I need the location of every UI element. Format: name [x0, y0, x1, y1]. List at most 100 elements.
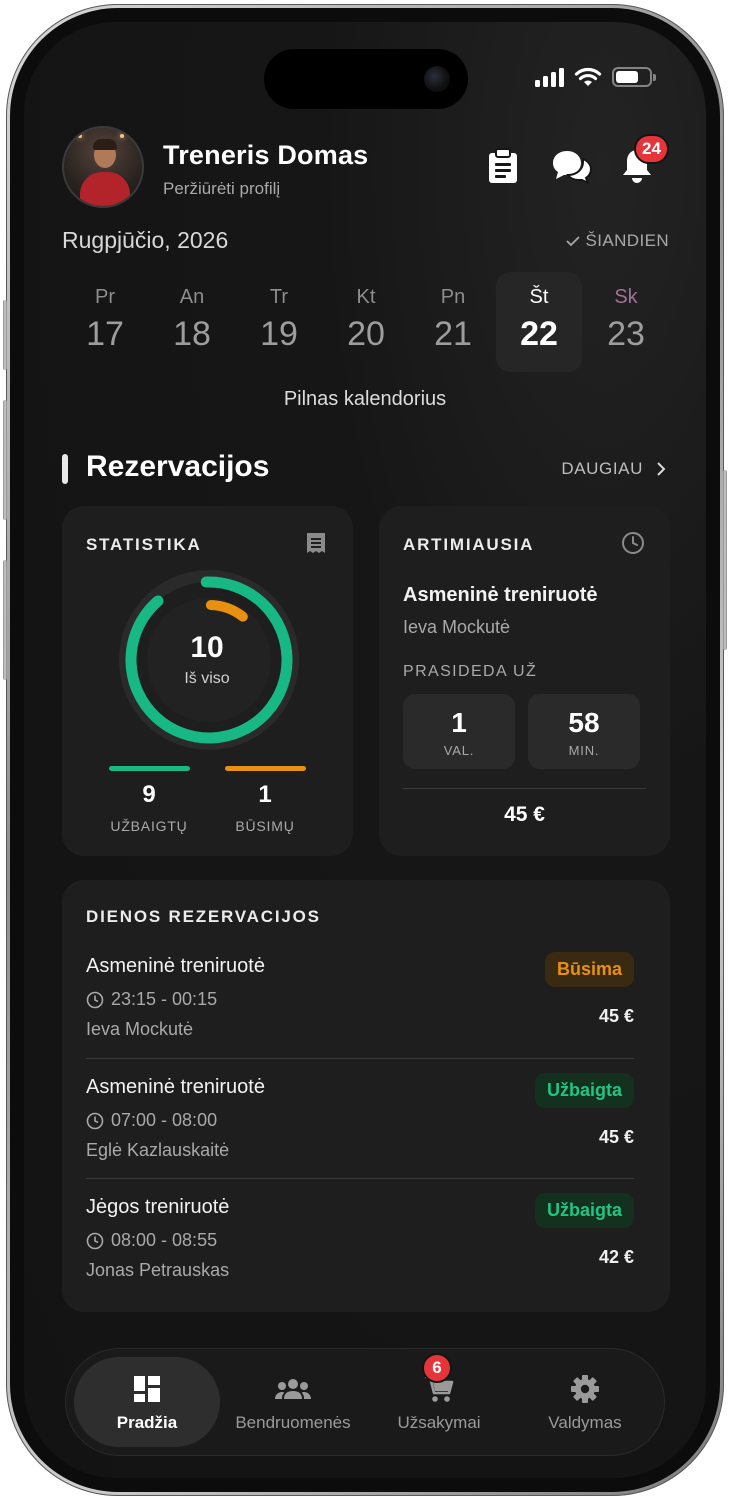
- statistics-title: STATISTIKA: [86, 535, 202, 554]
- power-button: [723, 470, 727, 650]
- tab-management[interactable]: Valdymas: [512, 1357, 658, 1447]
- completed-label: UŽBAIGTŲ: [110, 818, 188, 834]
- clock-icon: [86, 1232, 104, 1249]
- reservation-price: 45 €: [598, 1127, 634, 1147]
- bottom-tab-bar: Pradžia Bendruomenės Užsakymai Valdymas …: [65, 1348, 665, 1456]
- reservation-time: 07:00 - 08:00: [86, 1110, 217, 1131]
- gear-icon: [571, 1375, 599, 1403]
- nearest-price: 45 €: [504, 803, 545, 826]
- chat-icon[interactable]: [552, 146, 592, 186]
- chevron-right-icon: [657, 462, 666, 476]
- day-date: 22: [520, 315, 558, 353]
- day-name: Tr: [269, 286, 289, 308]
- day-name: Kt: [356, 286, 376, 308]
- minutes-value: 58: [568, 707, 600, 738]
- today-button[interactable]: ŠIANDIEN: [565, 231, 670, 251]
- reservation-row[interactable]: Asmeninė treniruotė 23:15 - 00:15 Ieva M…: [86, 952, 634, 1075]
- nearest-session-title: Asmeninė treniruotė: [403, 584, 598, 606]
- day-date: 21: [434, 315, 472, 353]
- minutes-unit: MIN.: [568, 743, 600, 758]
- front-camera: [424, 66, 450, 92]
- calendar-day[interactable]: Pn 21: [410, 272, 496, 372]
- total-count: 10: [190, 631, 224, 664]
- reservation-client: Jonas Petrauskas: [86, 1260, 230, 1280]
- status-bar: [535, 67, 656, 87]
- status-badge: Užbaigta: [534, 1073, 634, 1108]
- reservation-time-text: 07:00 - 08:00: [111, 1110, 218, 1130]
- day-name: Pr: [95, 286, 115, 308]
- reservation-client: Ieva Mockutė: [86, 1019, 194, 1039]
- status-badge: Užbaigta: [534, 1193, 634, 1228]
- notification-count-badge: 24: [634, 134, 669, 164]
- starts-in-label: PRASIDEDA UŽ: [403, 663, 538, 680]
- full-calendar-link[interactable]: Pilnas kalendorius: [24, 388, 706, 411]
- upcoming-legend-line: [225, 766, 306, 771]
- calendar-day[interactable]: Sk 23: [583, 272, 669, 372]
- trainer-name: Treneris Domas: [163, 140, 369, 170]
- dynamic-island: [264, 49, 468, 109]
- tab-home[interactable]: Pradžia: [74, 1357, 220, 1447]
- dashboard-icon: [134, 1376, 160, 1402]
- receipt-icon: [307, 533, 325, 553]
- reservation-time-text: 08:00 - 08:55: [111, 1230, 218, 1250]
- tab-communities[interactable]: Bendruomenės: [220, 1357, 366, 1447]
- calendar-day[interactable]: Kt 20: [323, 272, 409, 372]
- calendar-day-selected[interactable]: Št 22: [496, 272, 582, 372]
- row-divider: [86, 1058, 634, 1059]
- wifi-icon: [574, 67, 602, 86]
- reservation-title: Jėgos treniruotė: [86, 1196, 230, 1218]
- check-icon: [565, 236, 580, 247]
- week-strip: Pr 17 An 18 Tr 19 Kt 20 Pn 21 Št 22 Sk 23: [62, 272, 669, 372]
- status-badge: Būsima: [544, 952, 634, 987]
- reservation-row[interactable]: Jėgos treniruotė 08:00 - 08:55 Jonas Pet…: [86, 1193, 634, 1316]
- daily-title: DIENOS REZERVACIJOS: [86, 907, 321, 926]
- groups-icon: [275, 1379, 311, 1399]
- calendar-day[interactable]: Tr 19: [236, 272, 322, 372]
- hours-unit: VAL.: [443, 743, 475, 758]
- clock-icon: [622, 532, 644, 554]
- calendar-day[interactable]: Pr 17: [62, 272, 148, 372]
- more-link[interactable]: DAUGIAU: [561, 459, 666, 479]
- tab-label: Pradžia: [116, 1413, 178, 1432]
- day-date: 18: [173, 315, 211, 353]
- today-label: ŠIANDIEN: [585, 231, 669, 250]
- day-date: 19: [260, 315, 298, 353]
- calendar-day[interactable]: An 18: [149, 272, 235, 372]
- clipboard-icon[interactable]: [483, 146, 523, 186]
- view-profile-link[interactable]: Peržiūrėti profilį: [163, 179, 280, 199]
- nearest-title: ARTIMIAUSIA: [403, 535, 535, 554]
- upcoming-label: BŪSIMŲ: [235, 818, 295, 834]
- upcoming-count: 1: [258, 781, 272, 808]
- clock-icon: [86, 1112, 104, 1129]
- reservation-title: Asmeninė treniruotė: [86, 955, 265, 977]
- volume-up-button: [3, 400, 7, 520]
- volume-down-button: [3, 560, 7, 680]
- daily-reservations-card: DIENOS REZERVACIJOS Asmeninė treniruotė …: [62, 880, 670, 1312]
- avatar[interactable]: [62, 126, 144, 208]
- day-name: Št: [529, 286, 549, 308]
- reservation-time: 08:00 - 08:55: [86, 1230, 217, 1251]
- month-label: Rugpjūčio, 2026: [62, 227, 229, 253]
- reservation-title: Asmeninė treniruotė: [86, 1076, 265, 1098]
- row-divider: [86, 1178, 634, 1179]
- completed-count: 9: [142, 781, 156, 808]
- cart-count-badge: 6: [422, 1353, 452, 1383]
- day-date: 23: [607, 315, 645, 353]
- reservation-time-text: 23:15 - 00:15: [111, 989, 218, 1009]
- battery-icon: [612, 67, 656, 87]
- tab-label: Valdymas: [548, 1413, 622, 1432]
- statistics-card: STATISTIKA 10 Iš viso 9 1 UŽBAIGTŲ BŪSIM…: [62, 506, 353, 856]
- reservation-price: 45 €: [598, 1006, 634, 1026]
- section-title: Rezervacijos: [86, 450, 270, 483]
- action-button: [3, 300, 7, 370]
- tab-label: Užsakymai: [397, 1413, 481, 1432]
- minutes-box: 58 MIN.: [528, 694, 640, 769]
- cellular-signal-icon: [535, 67, 564, 87]
- reservation-time: 23:15 - 00:15: [86, 989, 217, 1010]
- nearest-session-card[interactable]: ARTIMIAUSIA Asmeninė treniruotė Ieva Moc…: [379, 506, 670, 856]
- more-label: DAUGIAU: [561, 459, 643, 478]
- reservation-client: Eglė Kazlauskaitė: [86, 1140, 230, 1160]
- total-label: Iš viso: [184, 670, 230, 687]
- divider: [403, 788, 646, 789]
- section-accent-bar: [62, 454, 68, 484]
